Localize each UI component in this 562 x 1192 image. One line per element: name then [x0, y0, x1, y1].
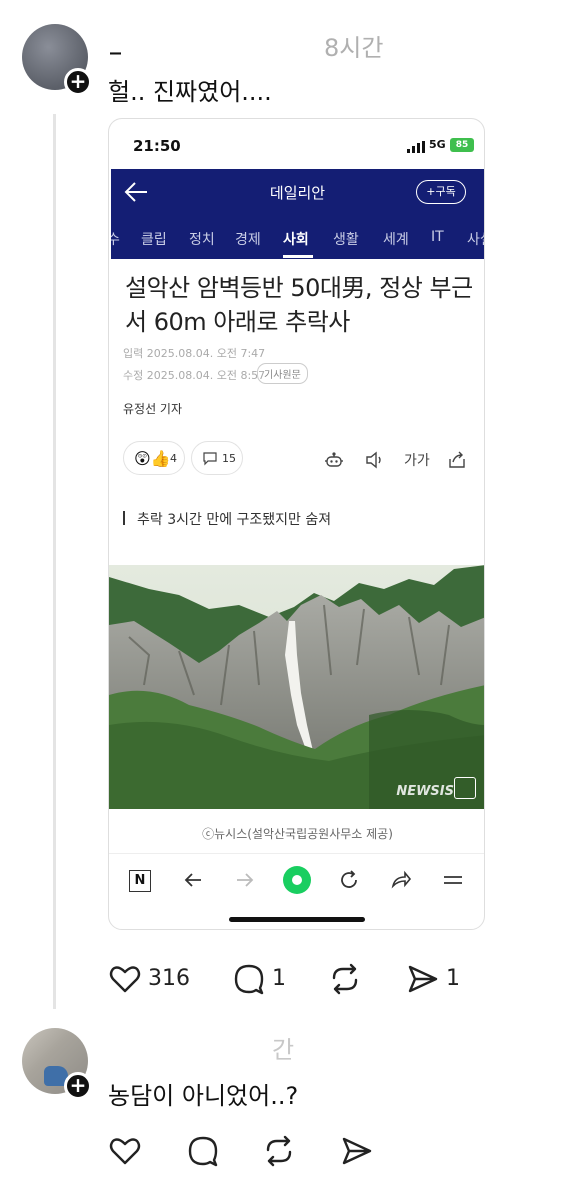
photo-caption: ⓒ뉴시스(설악산국립공원사무소 제공)	[202, 827, 393, 841]
active-tab-indicator	[283, 255, 313, 258]
battery-icon: 85	[450, 138, 474, 152]
tab-category[interactable]: 정치	[189, 229, 215, 249]
comment-bubble-icon	[188, 1136, 218, 1167]
tab-category[interactable]: 생활	[333, 229, 359, 249]
original-article-button[interactable]: 기사원문	[257, 363, 308, 384]
send-icon	[408, 965, 438, 993]
tab-category[interactable]: 사설	[467, 229, 484, 249]
back-icon[interactable]	[181, 868, 205, 892]
modified-date: 수정 2025.08.04. 오전 8:57	[123, 369, 266, 382]
tab-category[interactable]: 클립	[141, 229, 167, 249]
tab-category[interactable]: 경제	[235, 229, 261, 249]
post-text: 헐.. 진짜였어....	[108, 78, 272, 106]
font-size-button[interactable]: 가가	[404, 450, 430, 470]
reporter-name: 유정선 기자	[123, 402, 183, 416]
repost-button[interactable]	[328, 962, 362, 996]
like-button[interactable]	[108, 1134, 142, 1168]
like-count: 316	[148, 966, 190, 991]
comment-icon	[203, 452, 217, 466]
like-button[interactable]: 316	[108, 962, 190, 996]
thread-line	[53, 114, 56, 1009]
tab-category[interactable]: 수	[111, 229, 120, 249]
tab-category[interactable]: 세계	[383, 229, 409, 249]
repost-button[interactable]	[262, 1134, 296, 1168]
reply-button[interactable]: 1	[232, 962, 286, 996]
reply-button[interactable]	[186, 1134, 220, 1168]
naver-logo-icon[interactable]: N	[129, 870, 151, 892]
tab-category[interactable]: IT	[431, 229, 444, 245]
comment-bubble-icon	[234, 964, 264, 995]
refresh-icon[interactable]	[337, 868, 361, 892]
reaction-count: 4	[170, 452, 177, 465]
input-date: 입력 2025.08.04. 오전 7:47	[123, 347, 266, 360]
speaker-icon[interactable]	[363, 449, 385, 471]
mountain-waterfall-image	[109, 565, 484, 809]
repost-icon	[266, 1135, 292, 1167]
comment-button[interactable]: 15	[191, 441, 243, 475]
send-button[interactable]	[340, 1134, 374, 1168]
comment-count: 15	[222, 452, 236, 465]
heart-icon	[109, 1138, 141, 1165]
reaction-emoji-icon: 😲👍	[134, 449, 171, 468]
reaction-button[interactable]: 😲👍 4	[123, 441, 185, 475]
tab-category-active[interactable]: 사회	[283, 229, 309, 249]
app-header: 데일리안 +구독	[111, 169, 484, 215]
status-clock: 21:50	[133, 137, 181, 155]
send-icon	[342, 1137, 372, 1165]
follow-plus-icon[interactable]: +	[64, 1072, 92, 1100]
follow-plus-icon[interactable]: +	[64, 68, 92, 96]
send-button[interactable]: 1	[406, 962, 460, 996]
post-time: 간	[272, 1036, 295, 1064]
repost-icon	[332, 963, 358, 995]
home-indicator	[229, 917, 365, 922]
subheadline-marker	[123, 511, 125, 525]
reply-count: 1	[272, 966, 286, 991]
photo-watermark: NEWSIS	[396, 784, 454, 799]
heart-icon	[109, 966, 141, 993]
menu-icon[interactable]	[441, 868, 465, 892]
status-bar: 21:50 5G 85	[109, 119, 484, 167]
send-count: 1	[446, 966, 460, 991]
forward-icon[interactable]	[233, 868, 257, 892]
article-subheadline: 추락 3시간 만에 구조됐지만 숨져	[137, 512, 332, 528]
article-headline: 설악산 암벽등반 50대男, 정상 부근서 60m 아래로 추락사	[125, 274, 473, 336]
attached-screenshot[interactable]: 21:50 5G 85 데일리안 +구독 수 클립 정치 경제 사회 생활 세계…	[108, 118, 485, 930]
green-home-icon[interactable]	[283, 866, 311, 894]
robot-summary-icon[interactable]	[323, 449, 345, 471]
zoom-icon[interactable]	[454, 777, 476, 799]
share-arrow-icon[interactable]	[389, 868, 413, 892]
subscribe-button[interactable]: +구독	[416, 180, 466, 204]
post-text: 농담이 아니었어..?	[108, 1082, 299, 1110]
share-icon[interactable]	[446, 449, 468, 471]
network-label: 5G	[429, 138, 446, 151]
category-tabs: 수 클립 정치 경제 사회 생활 세계 IT 사설	[111, 215, 484, 259]
signal-icon	[407, 141, 425, 153]
username[interactable]: _	[110, 30, 121, 55]
article-photo[interactable]: NEWSIS	[109, 565, 484, 809]
browser-toolbar: N	[109, 853, 484, 905]
post-time: 8시간	[324, 34, 384, 62]
